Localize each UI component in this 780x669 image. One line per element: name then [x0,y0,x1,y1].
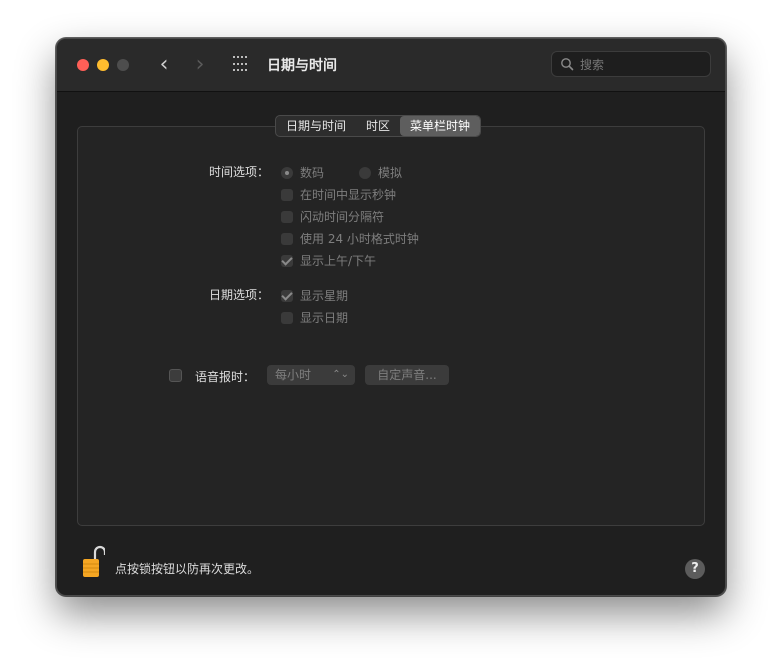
announce-time-label: 语音报时： [195,370,256,384]
announce-time-checkbox[interactable] [169,369,182,382]
show-seconds-label: 在时间中显示秒钟 [300,188,397,202]
show-date-label: 显示日期 [300,311,349,325]
use-24h-label: 使用 24 小时格式时钟 [300,232,419,246]
flash-separators-label: 闪动时间分隔符 [300,210,385,224]
radio-digital[interactable]: 数码 [281,164,324,181]
show-date-checkbox[interactable]: 显示日期 [281,309,348,326]
search-input[interactable] [578,55,706,75]
date-options-label: 日期选项： [208,288,269,302]
flash-separators-checkbox[interactable]: 闪动时间分隔符 [281,208,384,225]
show-weekday-label: 显示星期 [300,289,349,303]
show-seconds-checkbox[interactable]: 在时间中显示秒钟 [281,186,396,203]
preferences-window: ‹ › 日期与时间 日期与时间 时区 菜单栏时钟 时间选项： 数码 模拟 在 [56,38,726,596]
show-all-grid-icon[interactable] [233,56,251,74]
radio-analog-label: 模拟 [378,166,403,180]
announce-interval-select[interactable]: 每小时 ⌃⌄ [267,365,355,385]
radio-analog[interactable]: 模拟 [359,164,402,181]
forward-icon[interactable]: › [189,52,211,78]
time-options-label: 时间选项： [208,165,269,179]
show-date-box[interactable] [281,311,293,324]
show-am-pm-box[interactable] [281,254,293,267]
back-icon[interactable]: ‹ [153,52,175,78]
show-weekday-box[interactable] [281,289,293,302]
tab-time-zone[interactable]: 时区 [356,116,400,136]
announce-interval-value: 每小时 [275,368,312,382]
custom-voice-button[interactable]: 自定声音... [365,365,449,385]
lock-message: 点按锁按钮以防再次更改。 [115,562,260,576]
window-title: 日期与时间 [267,58,337,74]
radio-digital-label: 数码 [300,166,325,180]
tab-bar: 日期与时间 时区 菜单栏时钟 [275,115,482,137]
show-am-pm-checkbox[interactable]: 显示上午/下午 [281,252,376,269]
tab-menu-bar-clock[interactable]: 菜单栏时钟 [400,116,481,136]
help-button[interactable]: ? [685,559,705,579]
popup-arrows-icon: ⌃⌄ [332,369,349,380]
minimize-window-button[interactable] [97,59,109,71]
search-field[interactable] [551,51,711,77]
show-am-pm-label: 显示上午/下午 [300,254,377,268]
use-24h-checkbox[interactable]: 使用 24 小时格式时钟 [281,230,419,247]
search-icon [561,58,574,71]
show-weekday-checkbox[interactable]: 显示星期 [281,287,348,304]
flash-separators-box[interactable] [281,210,293,223]
radio-analog-indicator[interactable] [359,166,371,179]
tab-date-time[interactable]: 日期与时间 [276,116,356,136]
radio-digital-indicator[interactable] [281,166,293,179]
use-24h-box[interactable] [281,232,293,245]
show-seconds-box[interactable] [281,188,293,201]
unlocked-lock-icon[interactable] [81,545,105,579]
zoom-window-button[interactable] [117,59,129,71]
close-window-button[interactable] [77,59,89,71]
titlebar: ‹ › 日期与时间 [57,39,725,92]
